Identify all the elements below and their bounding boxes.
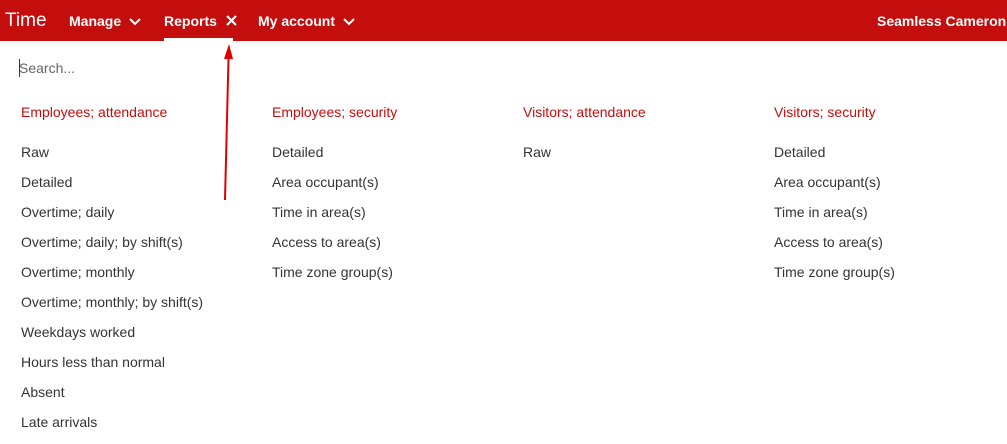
column-heading[interactable]: Employees; attendance <box>21 103 261 121</box>
top-nav-bar: Time Manage Reports My account Seamless … <box>0 0 1007 41</box>
report-link[interactable]: Overtime; monthly; by shift(s) <box>21 293 261 311</box>
report-link[interactable]: Overtime; daily; by shift(s) <box>21 233 261 251</box>
column-heading[interactable]: Employees; security <box>272 103 512 121</box>
report-list: Detailed Area occupant(s) Time in area(s… <box>774 143 1007 281</box>
report-link[interactable]: Time in area(s) <box>774 203 1007 221</box>
report-link[interactable]: Detailed <box>272 143 512 161</box>
close-icon[interactable] <box>226 12 237 30</box>
report-column-visitors-attendance: Visitors; attendance Raw <box>523 103 763 173</box>
app-title[interactable]: Time <box>5 10 47 32</box>
report-list: Detailed Area occupant(s) Time in area(s… <box>272 143 512 281</box>
search-box <box>19 58 319 78</box>
report-link[interactable]: Hours less than normal <box>21 353 261 371</box>
column-heading[interactable]: Visitors; security <box>774 103 1007 121</box>
nav-reports[interactable]: Reports <box>164 12 237 30</box>
report-list: Raw Detailed Overtime; daily Overtime; d… <box>21 143 261 431</box>
text-cursor <box>19 59 20 77</box>
report-link[interactable]: Raw <box>523 143 763 161</box>
report-list: Raw <box>523 143 763 161</box>
report-column-visitors-security: Visitors; security Detailed Area occupan… <box>774 103 1007 293</box>
annotation-arrow-head <box>224 44 233 59</box>
nav-my-account-label: My account <box>258 13 336 29</box>
report-column-employees-security: Employees; security Detailed Area occupa… <box>272 103 512 293</box>
report-link[interactable]: Area occupant(s) <box>774 173 1007 191</box>
user-name[interactable]: Seamless Cameron Pl <box>877 12 1007 30</box>
chevron-down-icon <box>343 12 355 30</box>
report-link[interactable]: Overtime; daily <box>21 203 261 221</box>
report-link[interactable]: Time zone group(s) <box>774 263 1007 281</box>
report-link[interactable]: Access to area(s) <box>774 233 1007 251</box>
report-link[interactable]: Overtime; monthly <box>21 263 261 281</box>
report-link[interactable]: Area occupant(s) <box>272 173 512 191</box>
report-link[interactable]: Time in area(s) <box>272 203 512 221</box>
nav-manage-label: Manage <box>69 13 122 29</box>
report-link[interactable]: Detailed <box>774 143 1007 161</box>
report-link[interactable]: Raw <box>21 143 261 161</box>
report-link[interactable]: Access to area(s) <box>272 233 512 251</box>
report-link[interactable]: Detailed <box>21 173 261 191</box>
report-column-employees-attendance: Employees; attendance Raw Detailed Overt… <box>21 103 261 443</box>
report-link[interactable]: Time zone group(s) <box>272 263 512 281</box>
active-tab-indicator <box>164 38 233 41</box>
report-link[interactable]: Weekdays worked <box>21 323 261 341</box>
search-input[interactable] <box>19 58 319 78</box>
report-link[interactable]: Late arrivals <box>21 413 261 431</box>
nav-my-account[interactable]: My account <box>258 12 355 30</box>
chevron-down-icon <box>129 12 141 30</box>
report-link[interactable]: Absent <box>21 383 261 401</box>
column-heading[interactable]: Visitors; attendance <box>523 103 763 121</box>
nav-reports-label: Reports <box>164 13 217 29</box>
nav-manage[interactable]: Manage <box>69 12 141 30</box>
